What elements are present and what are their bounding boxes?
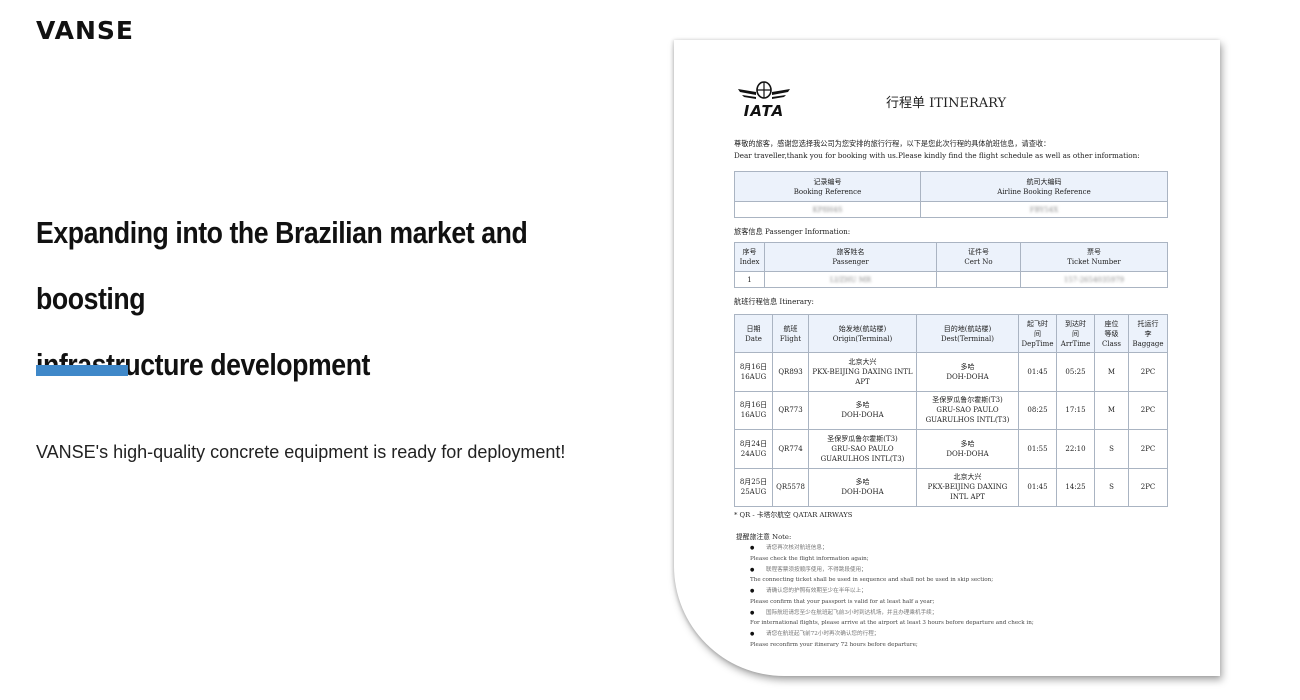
dep-header: 起飞时间 DepTime <box>1018 314 1057 353</box>
airline-ref-value: FBY54X <box>920 201 1168 218</box>
airline-ref-header: 航司大编码 Airline Booking Reference <box>920 171 1168 202</box>
accent-bar <box>36 365 128 376</box>
greeting-zh: 尊敬的旅客，感谢您选择我公司为您安排的旅行行程，以下是您此次行程的具体航班信息，… <box>734 139 1051 148</box>
list-item: 国际航班请您至少在航班起飞前3小时到达机场，并且办理乘机手续；For inter… <box>750 608 1070 629</box>
passenger-header: 旅客姓名 Passenger <box>764 242 937 272</box>
passenger-cert <box>936 271 1021 288</box>
list-item: 请确认您的护照有效期至少在半年以上；Please confirm that yo… <box>750 586 1070 607</box>
itinerary-section-label: 航班行程信息 Itinerary: <box>734 297 814 306</box>
cert-header: 证件号 Cert No <box>936 242 1021 272</box>
table-row: 8月16日 16AUG QR773 多哈 DOH-DOHA 圣保罗瓜鲁尔霍斯(T3)… <box>734 390 1168 430</box>
origin-header: 始发地(航站楼) Origin(Terminal) <box>808 314 917 353</box>
greeting: 尊敬的旅客，感谢您选择我公司为您安排的旅行行程，以下是您此次行程的具体航班信息，… <box>734 138 1174 162</box>
logo-text: VANSE <box>36 16 135 45</box>
itinerary-page: IATA 行程单 ITINERARY 尊敬的旅客，感谢您选择我公司为您安排的旅行… <box>674 40 1220 676</box>
iata-globe-icon <box>738 81 790 99</box>
date-header: 日期 Date <box>734 314 773 353</box>
flight-header: 航班 Flight <box>772 314 809 353</box>
booking-ref-header: 记录编号 Booking Reference <box>734 171 921 202</box>
table-row: 8月25日 25AUG QR5578 多哈 DOH-DOHA 北京大兴 PKX-BEI… <box>734 467 1168 507</box>
passenger-section-label: 旅客信息 Passenger Information: <box>734 227 851 236</box>
vanse-logo: VANSE <box>36 16 134 45</box>
passenger-index: 1 <box>734 271 765 288</box>
list-item: 联程客票须按顺序使用，不得跳段使用；The connecting ticket … <box>750 565 1070 586</box>
passenger-name: LI/ZHU MR <box>764 271 937 288</box>
booking-ref-value: KP8H4S <box>734 201 921 218</box>
itinerary-document: IATA 行程单 ITINERARY 尊敬的旅客，感谢您选择我公司为您安排的旅行… <box>674 40 1220 676</box>
index-header: 序号 Index <box>734 242 765 272</box>
table-row: 8月16日 16AUG QR893 北京大兴 PKX-BEIJING DAXING … <box>734 352 1168 392</box>
document-title: 行程单 ITINERARY <box>886 96 1007 111</box>
greeting-en: Dear traveller,thank you for booking wit… <box>734 151 1140 160</box>
ticket-header: 票号 Ticket Number <box>1020 242 1168 272</box>
dest-header: 目的地(航站楼) Dest(Terminal) <box>916 314 1019 353</box>
passenger-table: 序号 Index 旅客姓名 Passenger 证件号 Cert No 票号 Ticke… <box>734 242 1168 288</box>
baggage-header: 托运行李 Baggage <box>1128 314 1168 353</box>
list-item: 请您在航班起飞前72小时再次确认您的行程；Please reconfirm yo… <box>750 629 1070 650</box>
iata-logo: IATA <box>736 80 792 120</box>
class-header: 座位等级 Class <box>1094 314 1129 353</box>
airline-note: * QR - 卡塔尔航空 QATAR AIRWAYS <box>734 511 853 519</box>
passenger-ticket: 157-2654035979 <box>1020 271 1168 288</box>
arr-header: 到达时间 ArrTime <box>1056 314 1095 353</box>
headline-line-1: Expanding into the Brazilian market and … <box>36 215 528 316</box>
tagline: VANSE's high-quality concrete equipment … <box>36 442 566 462</box>
iata-text: IATA <box>743 102 785 120</box>
notes-list: 请您再次核对航班信息；Please check the flight infor… <box>750 543 1070 651</box>
booking-table: 记录编号 Booking Reference 航司大编码 Airline Booki… <box>734 171 1168 218</box>
notes-title: 提醒旅注意 Note: <box>736 533 792 541</box>
list-item: 请您再次核对航班信息；Please check the flight infor… <box>750 543 1070 564</box>
table-row: 8月24日 24AUG QR774 圣保罗瓜鲁尔霍斯(T3) GRU-SAO PAU… <box>734 429 1168 469</box>
itinerary-table: 日期 Date 航班 Flight 始发地(航站楼) Origin(Terminal)… <box>734 314 1168 507</box>
